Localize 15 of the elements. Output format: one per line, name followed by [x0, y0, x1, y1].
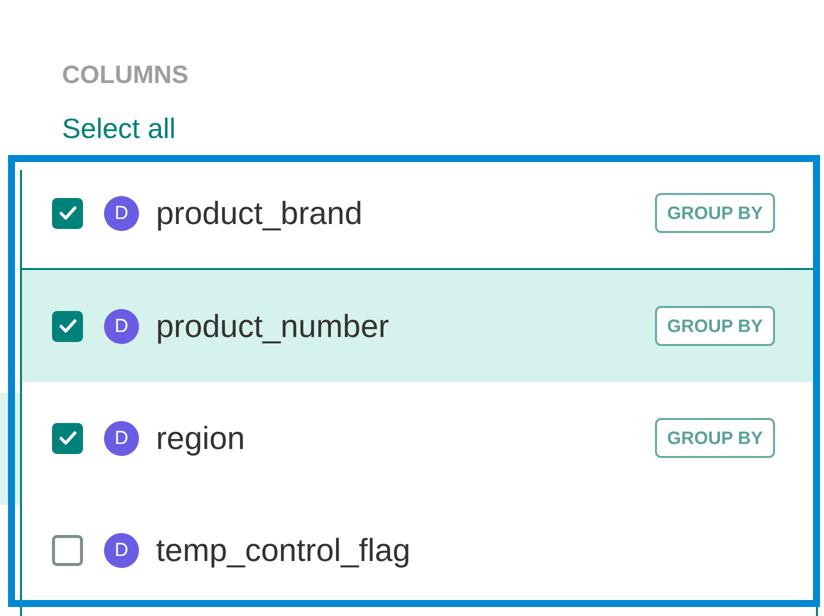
type-avatar: D — [104, 308, 139, 344]
checkbox[interactable] — [52, 534, 83, 566]
type-avatar: D — [104, 532, 139, 568]
column-name: temp_control_flag — [156, 531, 410, 569]
column-name: region — [156, 419, 245, 457]
type-avatar: D — [104, 420, 139, 456]
column-name: product_number — [156, 307, 390, 345]
column-row[interactable]: D product_number GROUP BY — [22, 270, 816, 382]
checkbox[interactable] — [52, 422, 83, 454]
checkbox[interactable] — [52, 310, 83, 342]
section-title: COLUMNS — [62, 60, 188, 90]
type-avatar: D — [104, 196, 139, 230]
column-name: product_brand — [156, 194, 362, 232]
checkbox[interactable] — [52, 198, 83, 228]
select-all-link[interactable]: Select all — [62, 112, 176, 146]
